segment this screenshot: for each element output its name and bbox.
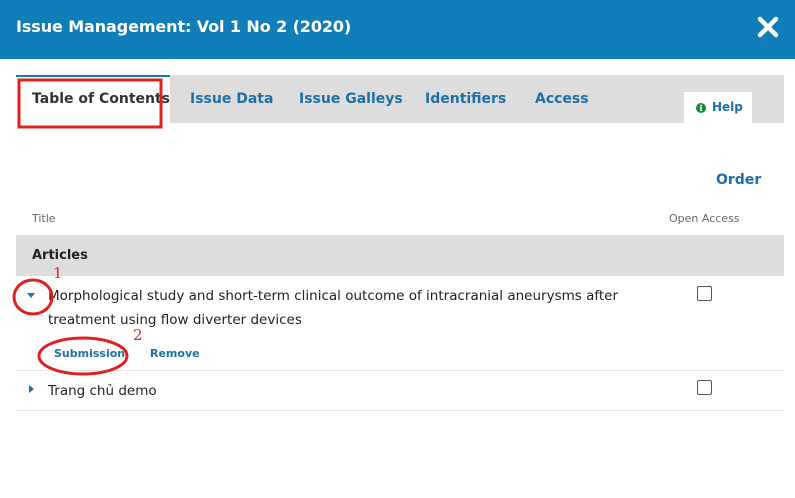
column-header-open-access: Open Access bbox=[669, 212, 740, 225]
column-header-title: Title bbox=[32, 212, 56, 225]
table-row: Trang chủ demo bbox=[16, 371, 784, 411]
table-row: Morphological study and short-term clini… bbox=[16, 276, 784, 371]
help-label: Help bbox=[712, 100, 743, 114]
order-button[interactable]: Order bbox=[716, 172, 761, 188]
section-header: Articles bbox=[16, 235, 784, 276]
annotation-marker-1: 1 bbox=[53, 264, 63, 282]
tab-table-of-contents[interactable]: Table of Contents bbox=[16, 75, 170, 123]
article-title: Morphological study and short-term clini… bbox=[48, 288, 619, 328]
info-icon: i bbox=[696, 103, 706, 113]
tab-bar: Table of Contents Issue Data Issue Galle… bbox=[16, 75, 784, 123]
annotation-marker-2: 2 bbox=[133, 326, 143, 344]
open-access-checkbox[interactable] bbox=[697, 380, 712, 395]
tab-issue-galleys[interactable]: Issue Galleys bbox=[299, 75, 403, 123]
modal-title: Issue Management: Vol 1 No 2 (2020) bbox=[16, 17, 352, 36]
tab-access[interactable]: Access bbox=[535, 75, 589, 123]
article-title: Trang chủ demo bbox=[48, 383, 157, 399]
tab-identifiers[interactable]: Identifiers bbox=[425, 75, 506, 123]
caret-right-icon[interactable] bbox=[26, 384, 36, 394]
section-label: Articles bbox=[32, 248, 88, 263]
caret-down-icon[interactable] bbox=[26, 290, 36, 300]
open-access-checkbox[interactable] bbox=[697, 286, 712, 301]
tab-issue-data[interactable]: Issue Data bbox=[190, 75, 273, 123]
modal-header: Issue Management: Vol 1 No 2 (2020) bbox=[0, 0, 795, 59]
submission-link[interactable]: Submission bbox=[54, 347, 125, 360]
remove-link[interactable]: Remove bbox=[150, 347, 200, 360]
help-button[interactable]: i Help bbox=[684, 92, 752, 123]
close-icon[interactable] bbox=[756, 15, 780, 39]
